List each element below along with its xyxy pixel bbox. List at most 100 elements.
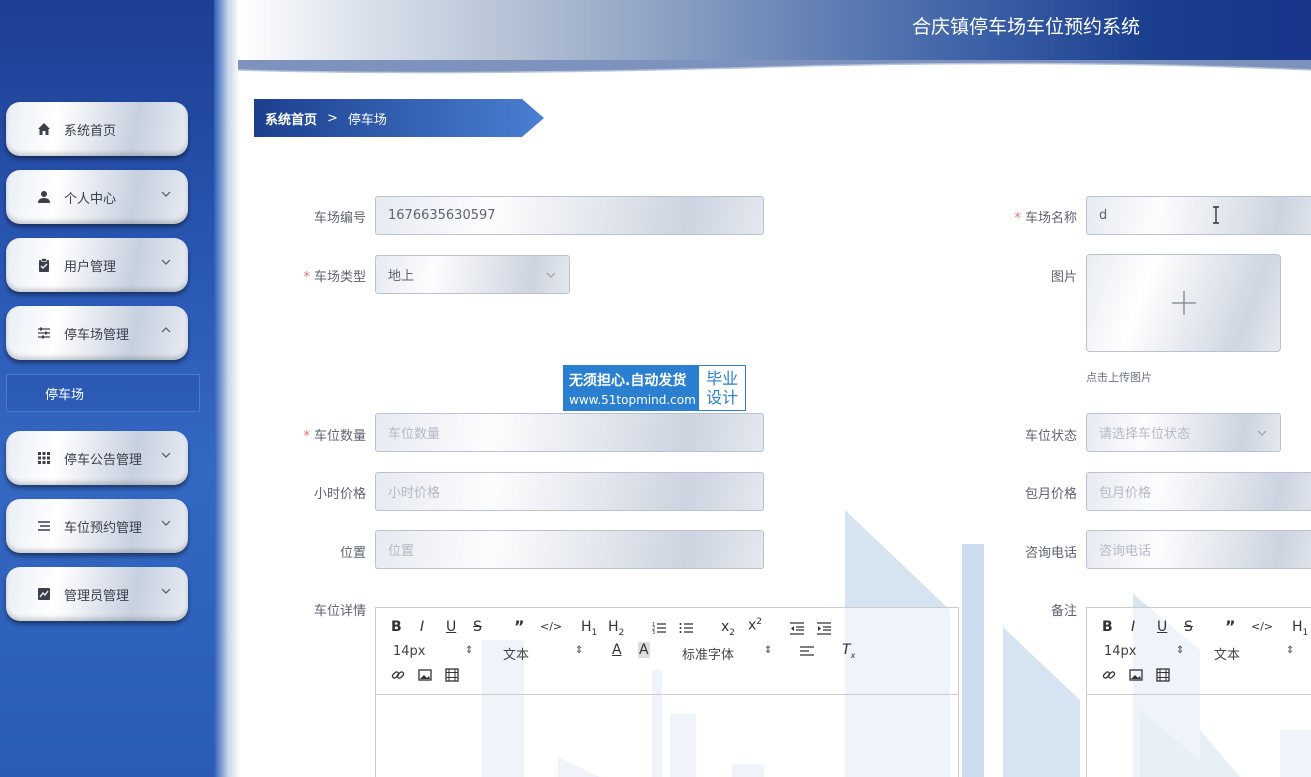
- plus-icon: [1171, 291, 1196, 315]
- font-size-select[interactable]: 14px: [393, 644, 426, 659]
- blockquote-icon[interactable]: ”: [1225, 617, 1236, 636]
- outdent-icon[interactable]: [790, 621, 804, 635]
- strikethrough-icon[interactable]: S: [1184, 619, 1193, 635]
- location-input[interactable]: 位置: [375, 530, 764, 569]
- subscript-icon[interactable]: x2: [721, 619, 735, 638]
- sidebar-item-label: 停车公告管理: [64, 452, 143, 468]
- code-icon[interactable]: </>: [540, 620, 562, 633]
- sidebar-item-label: 车位预约管理: [64, 520, 143, 536]
- text-color-icon[interactable]: A: [612, 642, 622, 658]
- list-icon: [36, 518, 52, 534]
- video-icon[interactable]: [1156, 668, 1170, 682]
- sidebar-item-reservations[interactable]: 车位预约管理: [6, 499, 188, 553]
- heading-arrows-icon: ⇕: [575, 645, 584, 656]
- sidebar-item-parking-management[interactable]: 停车场管理: [6, 306, 188, 360]
- code-icon[interactable]: </>: [1251, 620, 1273, 633]
- heading-select[interactable]: 文本: [503, 644, 529, 663]
- remarks-label: 备注: [1050, 604, 1077, 619]
- sidebar-item-profile[interactable]: 个人中心: [6, 170, 188, 224]
- remarks-editor[interactable]: B I U S ” </> H1 14px ⇕ 文本 ⇕: [1086, 607, 1311, 777]
- spot-count-input[interactable]: 车位数量: [375, 413, 764, 452]
- chevron-down-icon: [1257, 430, 1267, 436]
- heading1-icon[interactable]: H1: [581, 619, 597, 638]
- image-icon[interactable]: [1129, 668, 1143, 682]
- spot-count-label: * 车位数量: [303, 429, 366, 444]
- monthly-price-input[interactable]: 包月价格: [1086, 472, 1311, 511]
- chevron-up-icon: [161, 327, 171, 333]
- remarks-editor-toolbar: B I U S ” </> H1 14px ⇕ 文本 ⇕: [1087, 608, 1311, 695]
- sidebar-item-admins[interactable]: 管理员管理: [6, 567, 188, 621]
- chevron-down-icon: [546, 272, 556, 278]
- breadcrumb: 系统首页 > 停车场: [254, 99, 544, 137]
- home-icon: [36, 121, 52, 137]
- sidebar-item-announcements[interactable]: 停车公告管理: [6, 431, 188, 485]
- monthly-price-label: 包月价格: [1024, 487, 1077, 502]
- sidebar-item-label: 系统首页: [64, 123, 117, 139]
- location-label: 位置: [339, 546, 366, 561]
- bold-icon[interactable]: B: [1102, 619, 1113, 635]
- details-editor[interactable]: B I U S ” </> H1 H2 123 x2 x2 14px ⇕ 文本 …: [375, 607, 959, 777]
- clipboard-icon: [36, 257, 52, 273]
- watermark-side1: 毕业: [706, 369, 739, 388]
- details-editor-toolbar: B I U S ” </> H1 H2 123 x2 x2 14px ⇕ 文本 …: [376, 608, 958, 695]
- background-color-icon[interactable]: A: [638, 642, 650, 658]
- page-title: 合庆镇停车场车位预约系统: [912, 16, 1141, 38]
- hourly-price-input[interactable]: 小时价格: [375, 472, 764, 511]
- sidebar-item-label: 用户管理: [64, 259, 117, 275]
- breadcrumb-current: 停车场: [347, 112, 387, 128]
- italic-icon[interactable]: I: [1131, 619, 1135, 635]
- underline-icon[interactable]: U: [1157, 619, 1167, 635]
- watermark-badge: 无须担心.自动发货 www.51topmind.com 毕业 设计: [563, 365, 746, 411]
- sidebar-edge: [214, 0, 240, 777]
- hourly-price-label: 小时价格: [313, 487, 366, 502]
- bullet-list-icon[interactable]: [679, 621, 693, 635]
- chevron-down-icon: [161, 452, 171, 458]
- lot-type-label: * 车场类型: [303, 270, 366, 285]
- sidebar-item-label: 个人中心: [64, 191, 117, 207]
- spot-status-select[interactable]: 请选择车位状态: [1086, 413, 1281, 452]
- lot-name-input[interactable]: d: [1086, 196, 1311, 235]
- breadcrumb-separator: >: [327, 110, 338, 126]
- grid-icon: [36, 450, 52, 466]
- font-size-select[interactable]: 14px: [1104, 644, 1137, 659]
- image-upload[interactable]: [1086, 254, 1281, 352]
- heading-select[interactable]: 文本: [1214, 644, 1240, 663]
- font-size-arrows-icon: ⇕: [1176, 645, 1185, 656]
- sidebar-subitem-parking-lot[interactable]: 停车场: [6, 374, 200, 412]
- lot-id-input[interactable]: 1676635630597: [375, 196, 764, 235]
- video-icon[interactable]: [445, 668, 459, 682]
- bold-icon[interactable]: B: [391, 619, 402, 635]
- heading1-icon[interactable]: H1: [1292, 619, 1308, 638]
- clear-format-icon[interactable]: Tx: [842, 642, 855, 660]
- align-icon[interactable]: [800, 645, 814, 659]
- heading2-icon[interactable]: H2: [608, 619, 624, 638]
- chart-icon: [36, 586, 52, 602]
- ordered-list-icon[interactable]: 123: [652, 621, 666, 635]
- sidebar-item-home[interactable]: 系统首页: [6, 102, 188, 156]
- watermark-line2: www.51topmind.com: [569, 393, 696, 407]
- header-wave: [238, 60, 1311, 84]
- strikethrough-icon[interactable]: S: [473, 619, 482, 635]
- image-icon[interactable]: [418, 668, 432, 682]
- breadcrumb-home[interactable]: 系统首页: [265, 109, 317, 128]
- italic-icon[interactable]: I: [420, 619, 424, 635]
- link-icon[interactable]: [1102, 668, 1116, 682]
- lot-type-value: 地上: [388, 269, 415, 284]
- chevron-down-icon: [161, 520, 171, 526]
- sidebar-subitem-label: 停车场: [45, 387, 85, 403]
- phone-input[interactable]: 咨询电话: [1086, 530, 1311, 569]
- link-icon[interactable]: [391, 668, 405, 682]
- superscript-icon[interactable]: x2: [748, 617, 762, 634]
- sliders-icon: [36, 325, 52, 341]
- details-label: 车位详情: [313, 604, 366, 619]
- image-upload-hint: 点击上传图片: [1086, 371, 1152, 384]
- lot-type-select[interactable]: 地上: [375, 255, 570, 294]
- font-family-select[interactable]: 标准字体: [682, 644, 734, 663]
- indent-icon[interactable]: [817, 621, 831, 635]
- text-cursor-icon: [1213, 206, 1219, 224]
- chevron-down-icon: [161, 191, 171, 197]
- blockquote-icon[interactable]: ”: [514, 617, 525, 636]
- lot-id-label: 车场编号: [313, 211, 366, 226]
- sidebar-item-users[interactable]: 用户管理: [6, 238, 188, 292]
- underline-icon[interactable]: U: [446, 619, 456, 635]
